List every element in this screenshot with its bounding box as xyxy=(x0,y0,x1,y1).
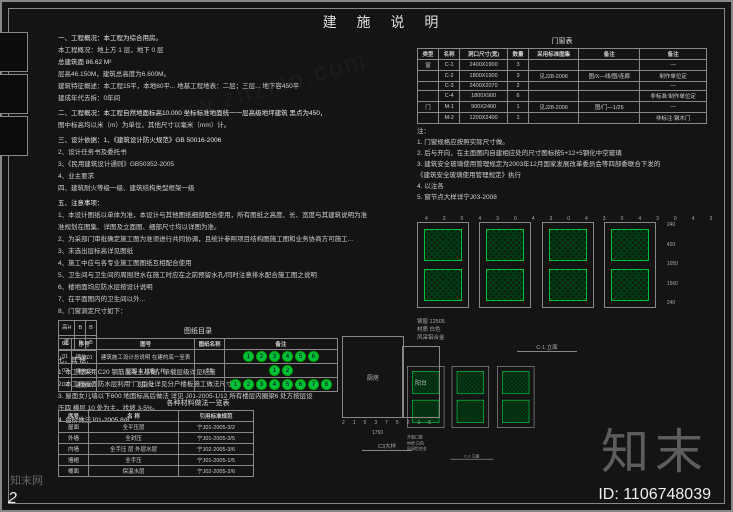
s3-note-4: 3、末选出层标高详见图纸 xyxy=(58,246,378,258)
elev2-label: C-2 立面 xyxy=(450,453,493,459)
elev-sublabel: 开窗口数 xyxy=(407,436,423,440)
page-number: 2 xyxy=(8,490,17,508)
s3-note-6: 5、卫生间与卫生间的周围泄水在施工时应在之前预留水孔/同时注意排水配合施工图之说… xyxy=(58,270,378,282)
table-row: C-21800X19003见J28-2006图/X—线/图/连廊制作单位定 xyxy=(418,71,707,82)
window-unit xyxy=(452,366,489,428)
s3-note-3: 2、为采部门审批确定施工图为准须进行共同协调，且统计参照项目结构图施工图和业务协… xyxy=(58,234,378,246)
tab-1 xyxy=(0,32,28,72)
table-row: 楼面保温水层宁J02-2005-2/6 xyxy=(59,466,254,477)
s3-note-7: 6、楼地面均应防水层按设计说明 xyxy=(58,282,378,294)
watermark-small: 知末网 xyxy=(10,472,43,488)
door-window-table-wrap: 门窗表 类型名称洞口尺寸(宽) 数量采用标准图集备注备注 窗C-12400X19… xyxy=(417,36,707,124)
table-row: 窗C-12400X19003— xyxy=(418,60,707,71)
s2-line1: 图中标高均以米（m）为单位，其他尺寸以毫米（mm）计。 xyxy=(58,120,378,132)
table-row: 门M-1900X24001见J28-2006图/门—1/26— xyxy=(418,102,707,113)
table-row: 墙裙全手压宁J01-2005-1/5 xyxy=(59,455,254,466)
s3-note-head: 五、注意事项： xyxy=(58,198,378,210)
s3-note-2: 准规划在图集、详图及立面图、细部尺寸均以详图为准。 xyxy=(58,222,378,234)
right-note: 《建筑安全玻璃使用管理规定》执行 xyxy=(417,170,707,181)
right-note: 1. 门窗规格应按照实际尺寸做。 xyxy=(417,137,707,148)
s3-note-1: 1、本设计图纸以单体为准，本设计与其他图纸细部配合使用，所有图纸之高度、长、宽度… xyxy=(58,210,378,222)
s2-heading: 二、工程概况：本工程自然地面标高10.000 坐标标准地面统一一层高级地坪建筑 … xyxy=(58,108,378,120)
s3-line1a: 2、设计任务书及委托书 xyxy=(58,147,378,159)
elev-sublabel: 钢窗 12505 xyxy=(417,319,445,325)
ref-table: 序号名 称引用标准规范 屋面全平压层宁J01-2005-3/2 外墙全封压宁J0… xyxy=(58,410,254,477)
page-title: 建 施 说 明 xyxy=(42,12,727,32)
ref-table-title: 各种材料做法一览表 xyxy=(58,398,338,408)
right-notes: 注： 1. 门窗规格应按照实际尺寸做。 2. 后与开向，在主面图内自建相应处的尺… xyxy=(417,126,707,203)
table-row: C-41800X9006非标准:制作单位定 xyxy=(418,91,707,102)
s1-line1: 本工程概况：地上方 1 层，地下 0 层 xyxy=(58,45,378,57)
s3-note-9: 8、门窗洞定尺寸如下： xyxy=(58,306,378,318)
elev-sublabel: 材质 白色 xyxy=(417,327,441,333)
drawing-page: 建 施 说 明 www.znzmo.com 一、工程概况：本工程为综合用房。 本… xyxy=(0,0,733,512)
tile-table-title: 图纸目录 xyxy=(58,326,338,336)
right-note: 2. 后与开向，在主面图内自建相应处的尺寸图标按5+12+5钢化中空玻璃 xyxy=(417,148,707,159)
s3-note-8: 7、在平面图内的卫生间以外... xyxy=(58,294,378,306)
lower-tables: 图纸目录 01 序号 图号 图纸名称 备注 01建施01建筑施工设计总说明 在建… xyxy=(58,326,338,477)
table-row: 屋面全平压层宁J01-2005-3/2 xyxy=(59,422,254,433)
door-table-title: 门窗表 xyxy=(417,36,707,46)
right-note: 5. 窗节点大样详宁J03-2008 xyxy=(417,192,707,203)
s1-line4: 建成年代去拆：0年间 xyxy=(58,93,378,105)
tab-2 xyxy=(0,74,28,114)
s1-line3: 建筑特征概述：本工程15平，本地80平... 地基工程地表：二层；三层... 地… xyxy=(58,81,378,93)
table-row: 03建施03设计 2 12345678 xyxy=(59,378,338,392)
left-tab-group xyxy=(0,32,30,158)
right-notes-head: 注： xyxy=(417,126,707,137)
door-table-header-row: 类型名称洞口尺寸(宽) 数量采用标准图集备注备注 xyxy=(418,49,707,60)
table-row: M-21200X24001非标注:钢木门 xyxy=(418,113,707,124)
plan-title: C3大样 xyxy=(362,442,412,451)
s1-heading: 一、工程概况：本工程为综合用房。 xyxy=(58,33,378,45)
plan-room-a: 厨房 xyxy=(342,336,404,418)
window-unit xyxy=(542,222,594,308)
right-note: 4. 以注各 xyxy=(417,181,707,192)
s3-line2: 四、建筑耐火等级一级、建筑结构类型框架一级 xyxy=(58,183,378,195)
tile-table-header-row: 01 序号 图号 图纸名称 备注 xyxy=(59,339,338,350)
s3-heading: 三、设计依据：1、《建筑设计防火规范》GB 50016-2006 xyxy=(58,135,378,147)
door-window-table: 类型名称洞口尺寸(宽) 数量采用标准图集备注备注 窗C-12400X19003—… xyxy=(417,48,707,124)
tab-3 xyxy=(0,116,28,156)
window-unit xyxy=(497,366,534,428)
plan-snippet: 厨房 阳台 215375215 1750 C3大样 xyxy=(342,336,452,436)
table-row: C-32400X20702— xyxy=(418,82,707,91)
ref-table-header-row: 序号名 称引用标准规范 xyxy=(59,411,254,422)
right-dims: 24042010501560240 xyxy=(667,222,678,306)
table-row: 外墙全封压宁J01-2005-3/5 xyxy=(59,433,254,444)
window-elevation-1: 430430430430430430 24042010501560240 钢窗 … xyxy=(417,216,707,352)
plan-room-b: 阳台 xyxy=(402,346,440,418)
window-unit xyxy=(417,222,469,308)
table-row: 内墙全手压 层 外层水层宁J02-2005-3/6 xyxy=(59,444,254,455)
plan-dim-total: 1750 xyxy=(372,430,383,436)
window-unit xyxy=(479,222,531,308)
s1-line2: 层高46.150M，建筑总高度为6.600M。 xyxy=(58,69,378,81)
table-row: 02建施02屋面 女儿墙大样51 12 xyxy=(59,364,338,378)
s1-area: 总建筑面 86.62 M² xyxy=(58,57,378,69)
s3-note-5: 4、施工中应与各专业施工图图纸互相配合使用 xyxy=(58,258,378,270)
watermark-large: 知末 xyxy=(601,412,709,482)
s3-line1b: 3、《民用建筑设计通则》GB50352-2005 xyxy=(58,159,378,171)
plan-dims: 215375215 xyxy=(342,420,439,426)
right-note: 3. 建筑安全玻璃使用管理规定为2003年12月国家发展改革委员会等四部委联合下… xyxy=(417,159,707,170)
id-label: ID: 1106748039 xyxy=(598,486,711,504)
s3-line1c: 4、业主要求 xyxy=(58,171,378,183)
elev1-label: C-1 立面 xyxy=(517,343,577,352)
table-row: 01建施01建筑施工设计总说明 在建的底一至表 123456 xyxy=(59,350,338,364)
window-unit xyxy=(604,222,656,308)
tile-table: 01 序号 图号 图纸名称 备注 01建施01建筑施工设计总说明 在建的底一至表… xyxy=(58,338,338,392)
